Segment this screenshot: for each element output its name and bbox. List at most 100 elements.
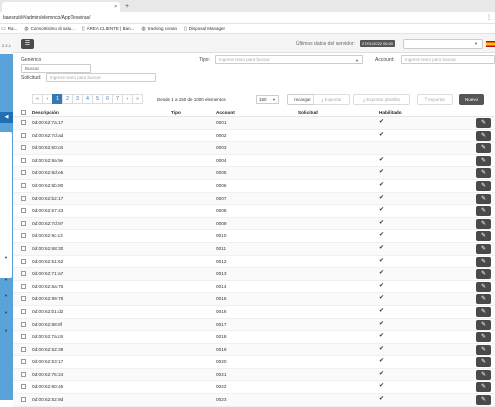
row-checkbox[interactable]	[21, 233, 26, 239]
edit-button[interactable]: ✎	[476, 357, 491, 368]
bookmark-item[interactable]: ▯ Disposal Manager	[184, 26, 225, 32]
edit-button[interactable]: ✎	[476, 206, 491, 217]
edit-button[interactable]: ✎	[476, 332, 491, 343]
edit-button[interactable]: ✎	[476, 256, 491, 267]
row-checkbox[interactable]	[21, 182, 26, 188]
edit-button[interactable]: ✎	[476, 269, 491, 280]
chevron-down-icon[interactable]: ▼	[4, 310, 8, 315]
row-checkbox[interactable]	[21, 384, 26, 390]
table-row[interactable]: 0d:00:62:7d:ad 0002 ✔ ✎	[13, 130, 495, 143]
browser-tab[interactable]: ×	[2, 2, 120, 12]
bookmark-item[interactable]: ▭ Ra...	[1, 26, 17, 32]
table-row[interactable]: 0d:00:62:67:43 0008 ✔ ✎	[13, 205, 495, 218]
row-checkbox[interactable]	[21, 283, 26, 289]
edit-button[interactable]: ✎	[476, 193, 491, 204]
table-row[interactable]: 0d:00:62:b1:d2 0016 ✔ ✎	[13, 306, 495, 319]
table-row[interactable]: 0d:00:62:b2:17 0007 ✔ ✎	[13, 192, 495, 206]
chevron-down-icon[interactable]: ▼	[4, 255, 8, 260]
edit-button[interactable]: ✎	[476, 243, 491, 254]
edit-button[interactable]: ✎	[476, 155, 491, 166]
table-row[interactable]: 0d:00:62:7a:c8 0018 ✔ ✎	[13, 331, 495, 344]
table-row[interactable]: 0d:00:62:9c:c3 0010 ✔ ✎	[13, 230, 495, 243]
col-descripcion[interactable]: Descripción	[32, 110, 59, 115]
table-row[interactable]: 0d:00:62:68:30 0011 ✔ ✎	[13, 242, 495, 256]
bookmark-item[interactable]: ◍ tracking conan	[141, 26, 177, 32]
table-row[interactable]: 0d:00:62:80:45 0022 ✔ ✎	[13, 381, 495, 395]
table-row[interactable]: 0d:00:62:60:c8 0003 ✎	[13, 142, 495, 155]
row-checkbox[interactable]	[21, 308, 26, 314]
table-row[interactable]: 0d:00:62:7a:17 0001 ✔ ✎	[13, 117, 495, 130]
solicitud-input[interactable]: Ingrese texto para buscar	[46, 73, 156, 82]
row-checkbox[interactable]	[21, 220, 26, 226]
chevron-down-icon[interactable]: ▼	[4, 277, 8, 282]
export-button[interactable]: ⤓ Exportar	[313, 94, 350, 105]
col-tipo[interactable]: Tipo	[171, 110, 181, 115]
edit-button[interactable]: ✎	[476, 369, 491, 380]
bookmark-item[interactable]: ▯ ÁREA CLIENTE | Ban...	[82, 26, 134, 32]
row-checkbox[interactable]	[21, 359, 26, 365]
new-button[interactable]: Nuevo	[459, 94, 484, 105]
edit-button[interactable]: ✎	[476, 306, 491, 317]
edit-button[interactable]: ✎	[476, 382, 491, 393]
edit-button[interactable]: ✎	[476, 281, 491, 292]
page-size-select[interactable]: 150 ▼	[256, 95, 279, 104]
edit-button[interactable]: ✎	[476, 319, 491, 330]
generico-input[interactable]: Buscar	[21, 64, 91, 73]
tipo-select[interactable]: Ingrese texto para buscar ▼	[215, 55, 363, 64]
bookmark-item[interactable]: ◍ Consortisimo di salu...	[24, 26, 75, 32]
edit-button[interactable]: ✎	[476, 130, 491, 141]
row-checkbox[interactable]	[21, 296, 26, 302]
table-row[interactable]: 0d:00:62:5b:80 0006 ✔ ✎	[13, 180, 495, 193]
chevron-down-icon[interactable]: ▼	[4, 293, 8, 298]
edit-button[interactable]: ✎	[476, 294, 491, 305]
table-row[interactable]: 0d:00:62:88:8f 0017 ✔ ✎	[13, 318, 495, 332]
row-checkbox[interactable]	[21, 371, 26, 377]
page-last[interactable]: »	[132, 94, 143, 104]
language-flag-icon[interactable]	[486, 41, 495, 47]
col-account[interactable]: Account	[216, 110, 235, 115]
edit-button[interactable]: ✎	[476, 143, 491, 154]
row-checkbox[interactable]	[21, 271, 26, 277]
col-solicitud[interactable]: Solicitud	[298, 110, 318, 115]
table-row[interactable]: 0d:00:62:6a:76 0014 ✔ ✎	[13, 281, 495, 294]
row-checkbox[interactable]	[21, 157, 26, 163]
import-button[interactable]: ⤒ Importar	[417, 94, 453, 105]
table-row[interactable]: 0d:00:62:99:78 0015 ✔ ✎	[13, 293, 495, 306]
edit-button[interactable]: ✎	[476, 218, 491, 229]
select-all-checkbox[interactable]	[21, 109, 26, 115]
top-select[interactable]: ▼	[403, 39, 483, 49]
edit-button[interactable]: ✎	[476, 118, 491, 128]
export-template-button[interactable]: ⤓ Exportar plantilla	[353, 94, 410, 105]
row-checkbox[interactable]	[21, 170, 26, 176]
tab-close-icon[interactable]: ×	[114, 4, 117, 10]
browser-menu-icon[interactable]: ⋮	[486, 14, 492, 21]
row-checkbox[interactable]	[21, 334, 26, 340]
url-text[interactable]: baesruti/#/admin/elemnco/AppTeseiras/	[3, 15, 91, 21]
edit-button[interactable]: ✎	[476, 231, 491, 242]
table-row[interactable]: 0d:00:62:8a:9e 0004 ✔ ✎	[13, 155, 495, 168]
table-row[interactable]: 0d:00:62:53:17 0020 ✔ ✎	[13, 356, 495, 369]
table-row[interactable]: 0d:00:62:52:9d 0023 ✔ ✎	[13, 394, 495, 407]
table-row[interactable]: 0d:00:62:52:39 0019 ✔ ✎	[13, 343, 495, 357]
edit-button[interactable]: ✎	[476, 395, 491, 406]
sidebar-collapse-button[interactable]: ◀	[0, 112, 13, 123]
col-habilitado[interactable]: Habilitado	[379, 110, 402, 115]
table-row[interactable]: 0d:00:62:51:62 0012 ✔ ✎	[13, 256, 495, 269]
table-row[interactable]: 0d:00:62:8d:e5 0005 ✔ ✎	[13, 167, 495, 180]
row-checkbox[interactable]	[21, 245, 26, 251]
edit-button[interactable]: ✎	[476, 180, 491, 191]
row-checkbox[interactable]	[21, 321, 26, 327]
new-tab-button[interactable]: +	[125, 3, 129, 10]
row-checkbox[interactable]	[21, 195, 26, 201]
account-input[interactable]: Ingrese texto para buscar	[401, 55, 495, 64]
row-checkbox[interactable]	[21, 132, 26, 138]
table-row[interactable]: 0d:00:62:76:24 0021 ✔ ✎	[13, 368, 495, 382]
row-checkbox[interactable]	[21, 346, 26, 352]
menu-toggle-button[interactable]: ☰	[21, 39, 34, 49]
row-checkbox[interactable]	[21, 145, 26, 151]
table-row[interactable]: 0d:00:62:7d:97 0009 ✔ ✎	[13, 217, 495, 231]
table-row[interactable]: 0d:00:62:71:a7 0013 ✔ ✎	[13, 268, 495, 281]
row-checkbox[interactable]	[21, 258, 26, 264]
address-bar[interactable]: baesruti/#/admin/elemnco/AppTeseiras/ ⋮	[0, 12, 495, 24]
row-checkbox[interactable]	[21, 120, 26, 125]
